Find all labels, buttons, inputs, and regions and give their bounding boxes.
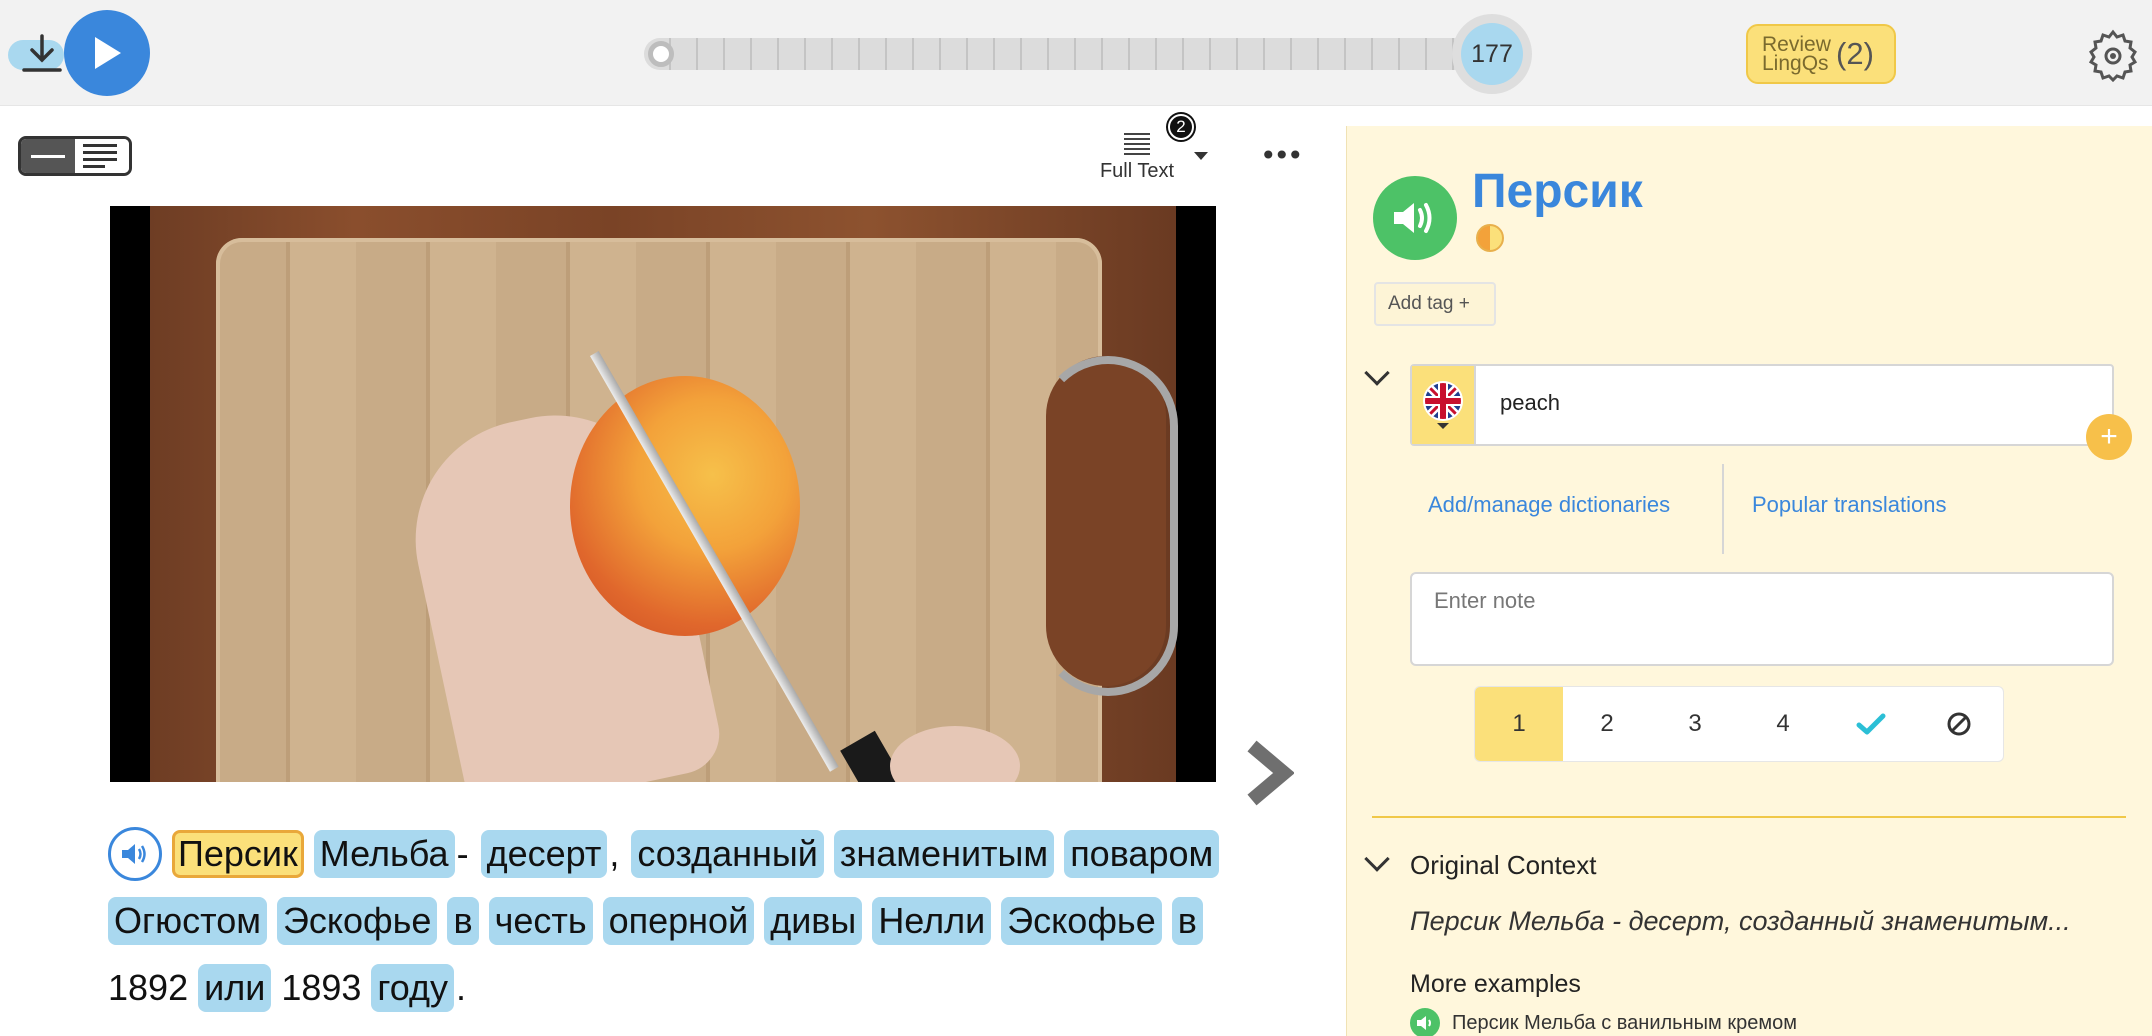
hint-field[interactable]: peach: [1410, 364, 2114, 446]
full-text-label: Full Text: [1099, 160, 1175, 182]
language-selector[interactable]: [1412, 366, 1476, 444]
speaker-icon: [122, 844, 146, 864]
lesson-video[interactable]: [110, 206, 1216, 782]
download-icon[interactable]: [18, 32, 66, 76]
term-audio-button[interactable]: [1373, 176, 1457, 260]
number-word: 1892: [108, 967, 189, 1008]
word[interactable]: десерт: [480, 830, 608, 878]
full-text-button[interactable]: Full Text: [1092, 128, 1182, 183]
word[interactable]: оперной: [602, 897, 755, 945]
divider: [1722, 464, 1724, 554]
sentence-mode-option[interactable]: [21, 139, 75, 173]
example-item[interactable]: Персик Мельба с ванильным кремом: [1410, 1008, 1797, 1036]
chevron-right-icon[interactable]: [1244, 740, 1294, 806]
ignore-button[interactable]: [1915, 687, 2003, 761]
term-status-indicator: [1476, 224, 1504, 252]
example-text: Персик Мельба с ванильным кремом: [1452, 1011, 1797, 1034]
play-icon: [95, 37, 121, 69]
word[interactable]: честь: [488, 897, 593, 945]
add-tag-button[interactable]: Add tag +: [1374, 282, 1496, 326]
review-lingqs-label: Review LingQs: [1762, 33, 1831, 75]
word[interactable]: Нелли: [872, 897, 992, 945]
word[interactable]: году: [371, 964, 454, 1012]
page-mode-option[interactable]: [75, 139, 129, 173]
original-context-text: Персик Мельба - десерт, созданный знамен…: [1410, 906, 2071, 936]
speaker-icon: [1394, 203, 1432, 233]
lesson-progress-track[interactable]: [644, 38, 1484, 70]
word[interactable]: Мельба: [313, 830, 455, 878]
status-1-button[interactable]: 1: [1475, 687, 1563, 761]
checkmark-icon: [1856, 713, 1886, 735]
punctuation: ,: [609, 833, 620, 874]
word[interactable]: поваром: [1064, 830, 1220, 878]
word[interactable]: дивы: [764, 897, 863, 945]
reading-mode-toggle[interactable]: [18, 136, 132, 176]
number-word: 1893: [281, 967, 362, 1008]
uk-flag-icon: [1423, 381, 1463, 429]
ignore-icon: [1947, 712, 1971, 736]
section-divider: [1372, 816, 2126, 818]
word[interactable]: в: [447, 897, 479, 945]
speaker-icon: [1417, 1016, 1431, 1030]
more-examples-heading: More examples: [1410, 970, 1581, 998]
word[interactable]: созданный: [631, 830, 824, 878]
text-line-3: 1892 или 1893 году .: [108, 962, 478, 1014]
example-audio-button[interactable]: [1410, 1008, 1440, 1036]
word[interactable]: в: [1171, 897, 1203, 945]
note-field[interactable]: Enter note: [1410, 572, 2114, 666]
punctuation: -: [456, 833, 469, 874]
progress-counter: 177: [1452, 14, 1532, 94]
status-3-button[interactable]: 3: [1651, 687, 1739, 761]
play-button[interactable]: [64, 10, 150, 96]
word[interactable]: знаменитым: [833, 830, 1055, 878]
word[interactable]: или: [198, 964, 272, 1012]
punctuation: .: [456, 967, 467, 1008]
original-context-heading[interactable]: Original Context: [1410, 850, 1596, 881]
hint-value[interactable]: peach: [1500, 390, 1560, 416]
text-line-2: Огюстом Эскофье в честь оперной дивы Нел…: [108, 895, 1213, 947]
full-text-badge: 2: [1168, 114, 1194, 140]
status-4-button[interactable]: 4: [1739, 687, 1827, 761]
word[interactable]: Эскофье: [277, 897, 438, 945]
known-button[interactable]: [1827, 687, 1915, 761]
full-text-icon: [1124, 133, 1150, 155]
text-line-1: Персик Мельба - десерт , созданный знаме…: [108, 827, 1229, 881]
more-options-icon[interactable]: •••: [1260, 142, 1304, 170]
sentence-audio-button[interactable]: [108, 827, 162, 881]
chevron-down-icon[interactable]: [1194, 152, 1208, 160]
gear-icon[interactable]: [2086, 28, 2140, 82]
status-selector: 1 2 3 4: [1474, 686, 2004, 762]
word[interactable]: Эскофье: [1001, 897, 1162, 945]
review-lingqs-count: (2): [1836, 36, 1874, 71]
word-selected[interactable]: Персик: [172, 830, 304, 878]
progress-count: 177: [1461, 23, 1523, 85]
popular-translations-link[interactable]: Popular translations: [1752, 492, 1946, 518]
add-hint-button[interactable]: +: [2086, 414, 2132, 460]
manage-dictionaries-link[interactable]: Add/manage dictionaries: [1428, 492, 1670, 518]
word[interactable]: Огюстом: [108, 897, 267, 945]
status-2-button[interactable]: 2: [1563, 687, 1651, 761]
term-title: Персик: [1472, 165, 1643, 218]
review-lingqs-button[interactable]: Review LingQs (2): [1746, 24, 1896, 84]
progress-handle[interactable]: [648, 41, 674, 67]
